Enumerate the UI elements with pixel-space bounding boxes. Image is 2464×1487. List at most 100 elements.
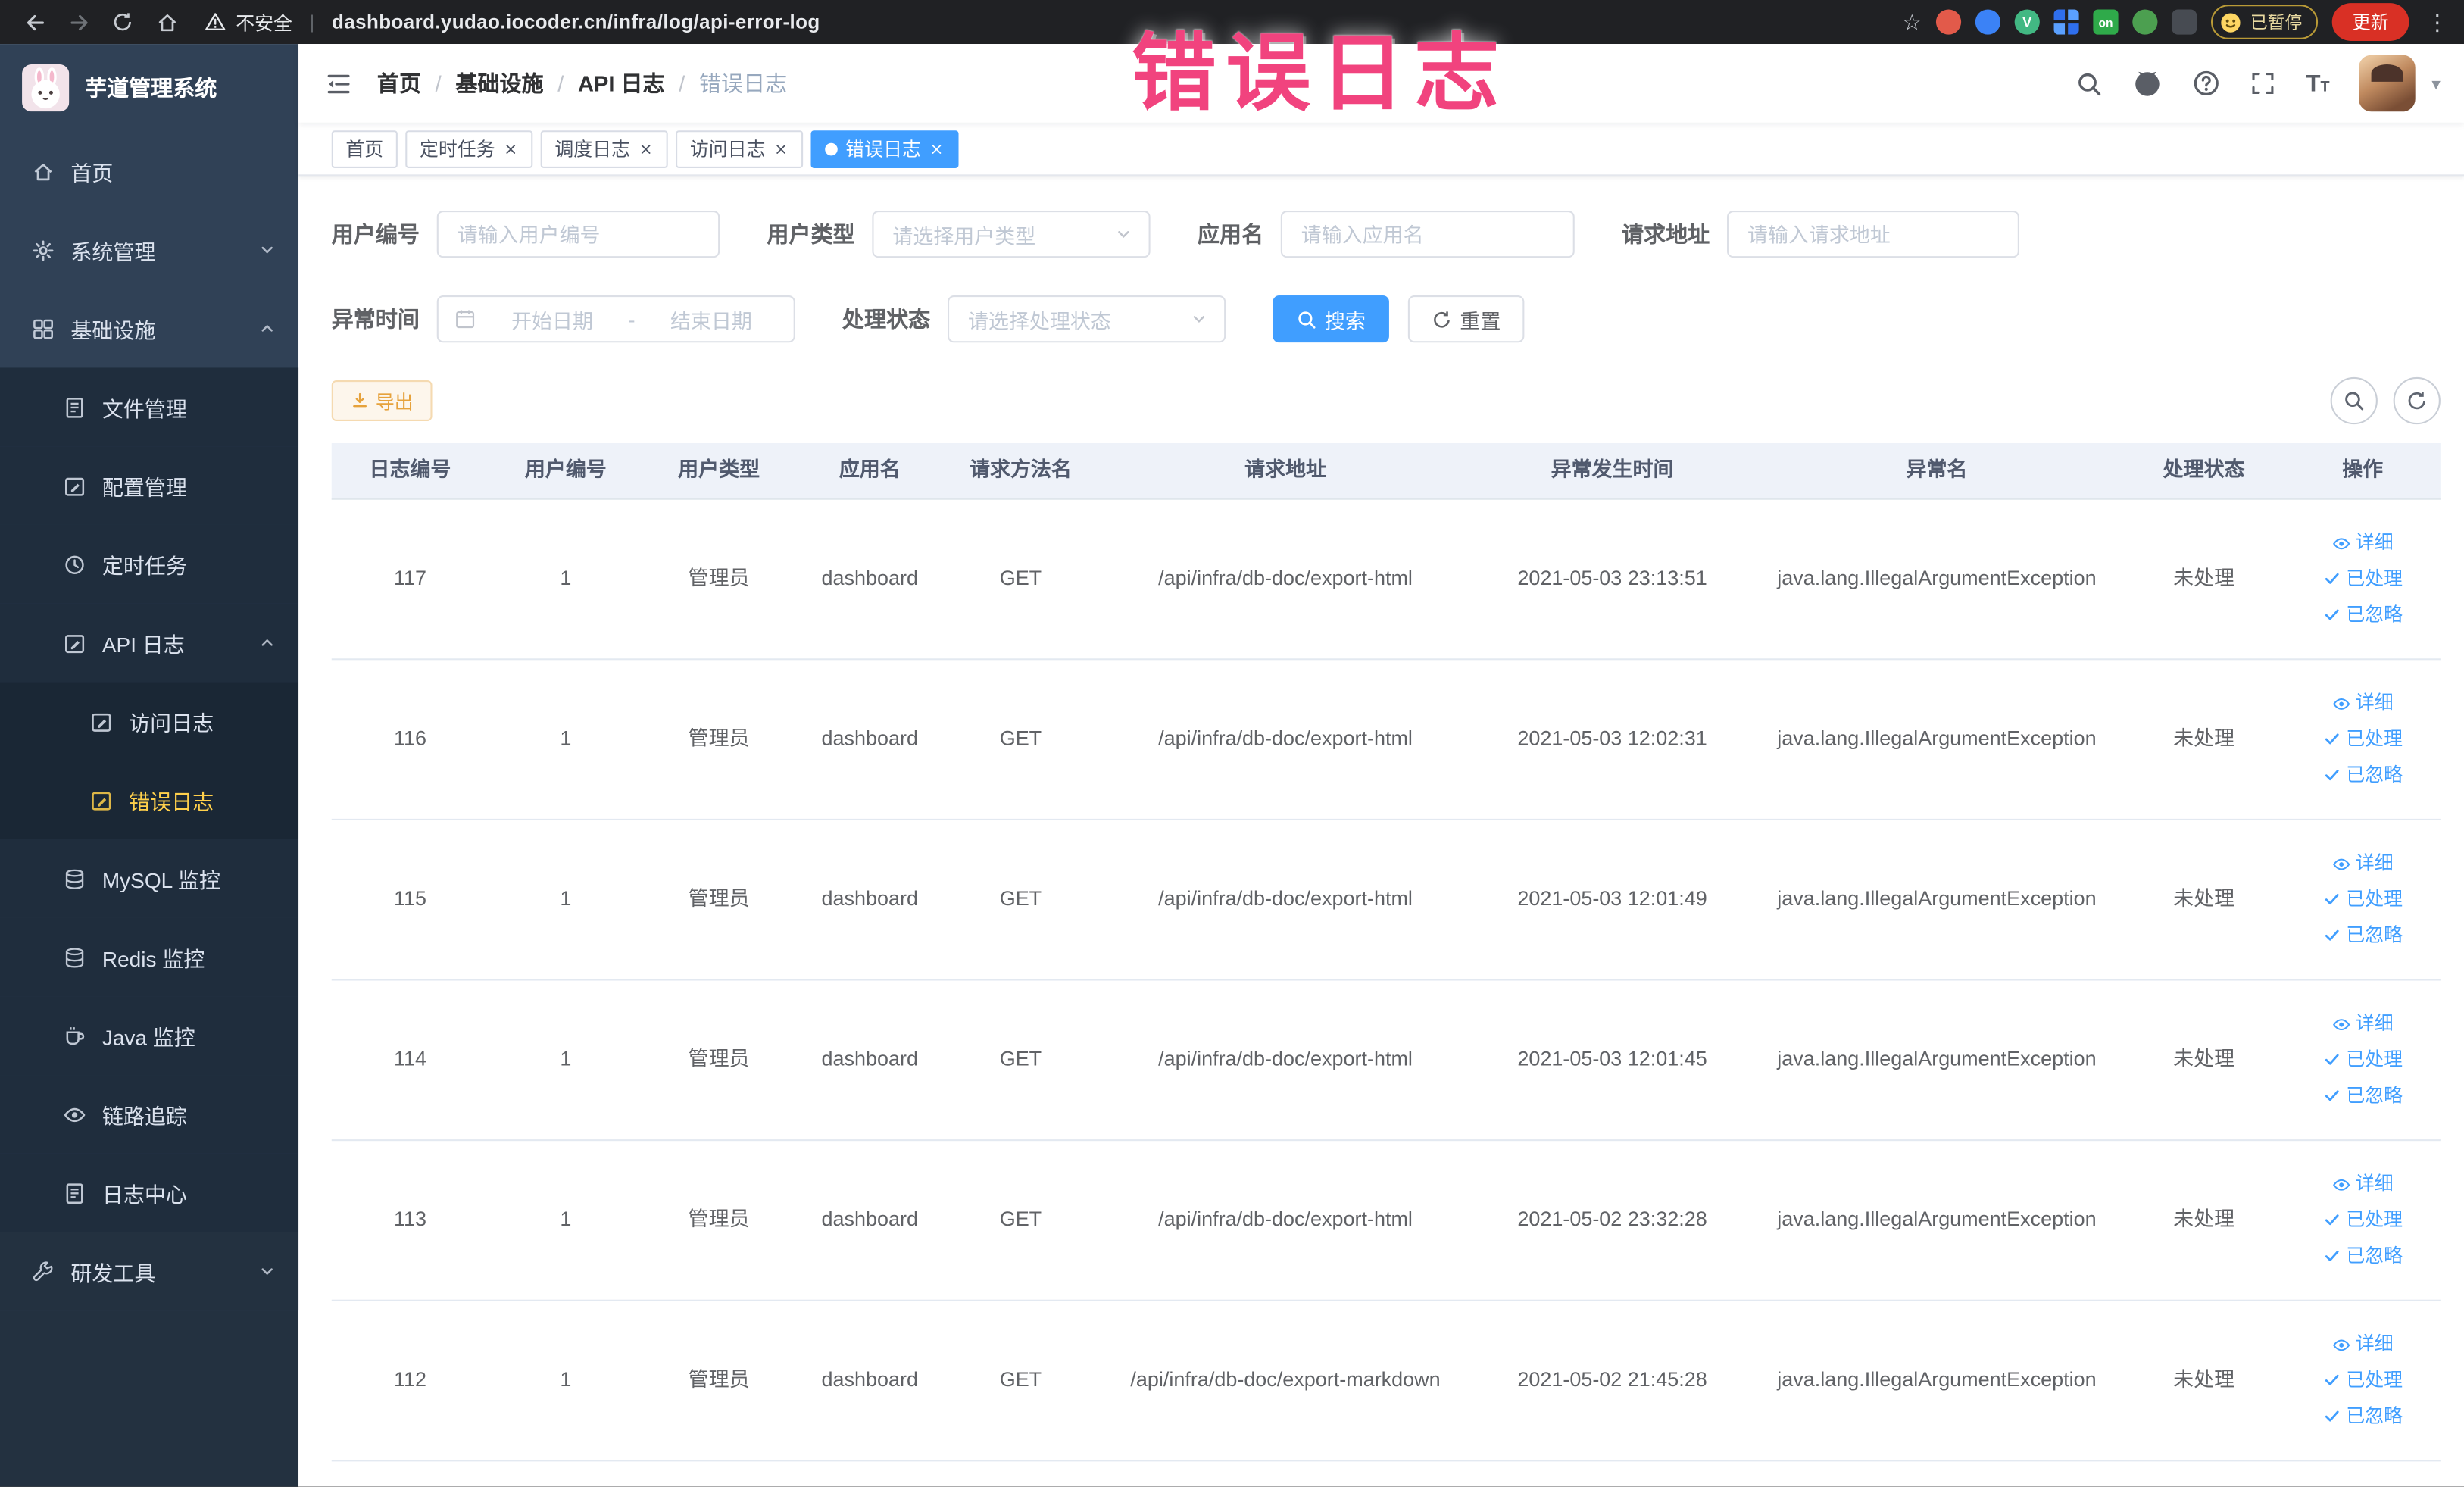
action-detail-link[interactable]: 详细 xyxy=(2332,851,2394,877)
action-processed-link[interactable]: 已处理 xyxy=(2322,1047,2403,1073)
coffee-icon xyxy=(66,1026,85,1045)
sidebar-item-home[interactable]: 首页 xyxy=(0,132,298,211)
action-processed-link[interactable]: 已处理 xyxy=(2322,1367,2403,1394)
extension-icon-2[interactable] xyxy=(1975,9,2000,35)
sidebar-item-file-management[interactable]: 文件管理 xyxy=(0,367,299,447)
tab-scheduled-tasks[interactable]: 定时任务 xyxy=(405,130,533,167)
tab-schedule-logs[interactable]: 调度日志 xyxy=(540,130,668,167)
action-processed-link[interactable]: 已处理 xyxy=(2322,566,2403,592)
reload-icon[interactable] xyxy=(104,5,142,39)
process-status-select[interactable]: 请选择处理状态 xyxy=(947,295,1226,343)
fullscreen-icon[interactable] xyxy=(2251,70,2276,95)
logo-image xyxy=(22,64,70,112)
table-row: 115 1 管理员 dashboard GET/api/infra/db-doc/exp… xyxy=(331,820,2441,981)
sidebar-item-redis-monitor[interactable]: Redis 监控 xyxy=(0,917,299,997)
cell-exception: java.lang.IllegalArgumentException xyxy=(1777,1047,2097,1071)
user-id-input[interactable] xyxy=(436,210,720,258)
breadcrumb-item[interactable]: 基础设施 xyxy=(455,67,543,98)
action-ignored-link[interactable]: 已忽略 xyxy=(2322,1403,2403,1429)
extension-grid-icon[interactable] xyxy=(2053,9,2079,35)
back-icon[interactable] xyxy=(16,5,54,39)
warning-icon xyxy=(205,13,226,31)
action-ignored-link[interactable]: 已忽略 xyxy=(2322,1243,2403,1270)
breadcrumb-item[interactable]: API 日志 xyxy=(578,67,665,98)
close-icon[interactable] xyxy=(929,141,945,157)
sidebar-item-java-monitor[interactable]: Java 监控 xyxy=(0,996,299,1076)
user-type-select[interactable]: 请选择用户类型 xyxy=(872,210,1151,258)
app-name-input[interactable] xyxy=(1280,210,1575,258)
chevron-down-icon xyxy=(1114,225,1133,244)
reset-button[interactable]: 重置 xyxy=(1407,295,1525,343)
export-button[interactable]: 导出 xyxy=(331,380,433,421)
search-button-label: 搜索 xyxy=(1324,308,1366,333)
search-icon[interactable] xyxy=(2077,70,2103,96)
caret-down-icon[interactable] xyxy=(2431,73,2440,93)
sidebar-item-link-tracing[interactable]: 链路追踪 xyxy=(0,1075,299,1154)
check-icon xyxy=(2325,930,2339,942)
cell-time: 2021-05-03 12:01:49 xyxy=(1517,886,1707,911)
tab-error-logs[interactable]: 错误日志 xyxy=(810,130,959,167)
tab-access-logs[interactable]: 访问日志 xyxy=(676,130,804,167)
request-url-input[interactable] xyxy=(1727,210,2019,258)
action-ignored-link[interactable]: 已忽略 xyxy=(2322,762,2403,789)
paused-extension-badge[interactable]: 已暂停 xyxy=(2210,5,2319,39)
doc-icon xyxy=(66,397,83,417)
action-ignored-link[interactable]: 已忽略 xyxy=(2322,601,2403,628)
action-detail-link[interactable]: 详细 xyxy=(2332,1011,2394,1038)
browser-menu-icon[interactable] xyxy=(2426,8,2448,35)
browser-update-button[interactable]: 更新 xyxy=(2331,3,2409,41)
action-detail-link[interactable]: 详细 xyxy=(2332,1332,2394,1358)
sidebar-item-mysql-monitor[interactable]: MySQL 监控 xyxy=(0,839,299,918)
breadcrumb-item: 错误日志 xyxy=(699,70,788,96)
extension-icon-7[interactable] xyxy=(2172,9,2197,35)
forward-icon xyxy=(70,14,87,30)
date-range-picker[interactable]: 开始日期 - 结束日期 xyxy=(436,295,795,343)
action-processed-link[interactable]: 已处理 xyxy=(2322,1207,2403,1234)
vue-devtools-icon[interactable]: V xyxy=(2014,9,2040,35)
forward-icon[interactable] xyxy=(60,5,98,39)
close-icon[interactable] xyxy=(773,141,789,157)
cell-status: 未处理 xyxy=(2173,1367,2235,1392)
breadcrumb-item[interactable]: 首页 xyxy=(377,67,421,98)
search-icon xyxy=(2345,392,2364,411)
action-ignored-link[interactable]: 已忽略 xyxy=(2322,923,2403,949)
action-processed-link[interactable]: 已处理 xyxy=(2322,886,2403,913)
browser-home-icon[interactable] xyxy=(148,5,186,39)
action-ignored-link[interactable]: 已忽略 xyxy=(2322,1082,2403,1109)
toggle-search-button[interactable] xyxy=(2330,376,2378,425)
action-detail-link[interactable]: 详细 xyxy=(2332,690,2394,717)
app-window: 芋道管理系统 首页 系统管理 基础设施 文件管理 配置管理 定时任务 API 日志 访问日志错… xyxy=(0,44,2464,1487)
action-detail-link[interactable]: 详细 xyxy=(2332,1171,2394,1198)
github-icon[interactable] xyxy=(2133,68,2163,98)
sidebar-item-scheduled-tasks[interactable]: 定时任务 xyxy=(0,524,299,604)
font-size-icon[interactable]: TT xyxy=(2306,71,2329,95)
close-icon[interactable] xyxy=(503,141,519,157)
extension-icon-1[interactable] xyxy=(1935,9,1962,35)
refresh-table-button[interactable] xyxy=(2393,376,2441,425)
help-icon[interactable] xyxy=(2193,69,2221,97)
cell-method: GET xyxy=(999,1367,1042,1392)
sidebar-item-api-logs[interactable]: API 日志 xyxy=(0,603,299,683)
sidebar-item-access-logs[interactable]: 访问日志 xyxy=(0,682,299,761)
main-area: 首页/基础设施/API 日志/错误日志 TT 首页定时任务调度日志访问日志错误日… xyxy=(298,44,2464,1487)
extension-on-badge[interactable]: on xyxy=(2093,9,2119,35)
app-logo[interactable]: 芋道管理系统 xyxy=(0,44,298,132)
tab-home[interactable]: 首页 xyxy=(331,130,398,167)
sidebar-item-error-logs[interactable]: 错误日志 xyxy=(0,761,299,839)
sidebar-item-dev-tools[interactable]: 研发工具 xyxy=(0,1232,299,1311)
sidebar-item-system-management[interactable]: 系统管理 xyxy=(0,211,298,289)
action-processed-link[interactable]: 已处理 xyxy=(2322,726,2403,753)
sidebar-item-log-center[interactable]: 日志中心 xyxy=(0,1153,299,1232)
bookmark-star-icon[interactable] xyxy=(1902,8,1922,35)
action-label: 已处理 xyxy=(2346,1369,2403,1392)
search-button[interactable]: 搜索 xyxy=(1273,295,1389,343)
sidebar-item-config-management[interactable]: 配置管理 xyxy=(0,446,299,525)
action-detail-link[interactable]: 详细 xyxy=(2332,530,2394,557)
sidebar-item-infrastructure[interactable]: 基础设施 xyxy=(0,289,298,368)
close-icon[interactable] xyxy=(638,141,654,157)
user-avatar[interactable] xyxy=(2359,55,2416,112)
address-bar[interactable]: 不安全 | dashboard.yudao.iocoder.cn/infra/l… xyxy=(205,8,820,35)
sidebar-toggle-button[interactable] xyxy=(298,44,377,123)
cell-method: GET xyxy=(999,1207,1042,1232)
extension-icon-6[interactable] xyxy=(2132,9,2158,35)
